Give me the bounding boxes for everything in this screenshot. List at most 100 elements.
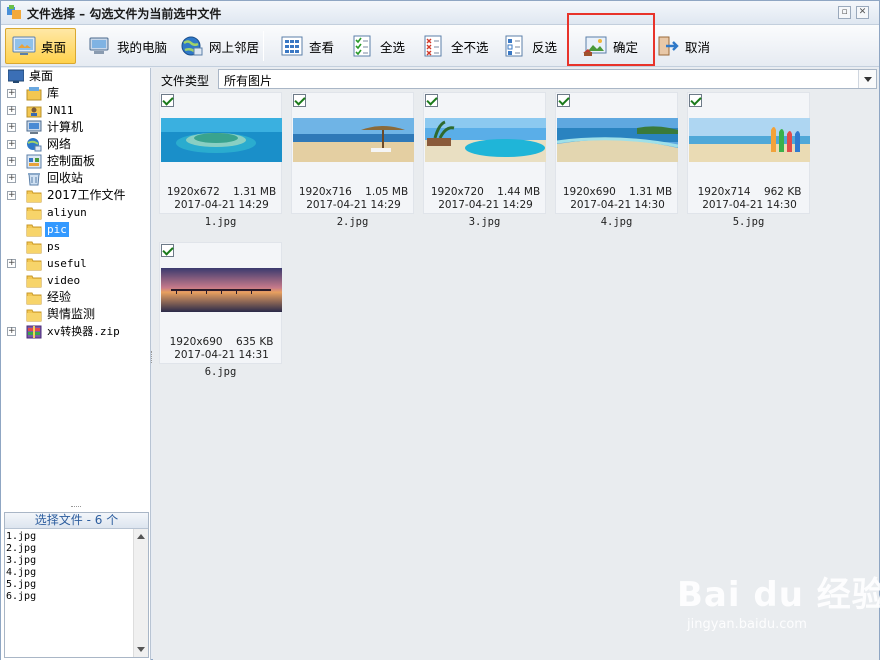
- file-dimensions: 1920x716: [298, 186, 352, 198]
- file-meta: 1920x690 635 KB 2017-04-21 14:31: [160, 336, 283, 362]
- tree-item-label: 舆情监测: [47, 307, 96, 321]
- tree-item-label: 回收站: [47, 171, 84, 185]
- folder-icon: [26, 241, 42, 254]
- my-computer-button[interactable]: 我的电脑: [81, 28, 174, 64]
- expand-plus-icon[interactable]: +: [7, 327, 16, 336]
- computer-icon: [26, 120, 42, 134]
- expand-plus-icon[interactable]: +: [7, 106, 16, 115]
- tree-item[interactable]: + useful: [1, 255, 151, 272]
- file-dimensions: 1920x672: [166, 186, 220, 198]
- expand-plus-icon[interactable]: +: [7, 140, 16, 149]
- tree-item[interactable]: 经验: [1, 289, 151, 306]
- folder-icon: [26, 292, 42, 305]
- file-meta: 1920x716 1.05 MB 2017-04-21 14:29: [292, 186, 415, 212]
- selected-file-item[interactable]: 2.jpg: [6, 543, 132, 555]
- file-checkbox[interactable]: [293, 94, 306, 107]
- tree-item[interactable]: pic: [1, 221, 151, 238]
- tree-item-label: ps: [47, 240, 61, 253]
- selected-files-header: 选择文件 - 6 个: [5, 513, 148, 529]
- invert-list-icon: [505, 35, 523, 57]
- chevron-down-icon[interactable]: [858, 70, 876, 88]
- select-all-button[interactable]: 全选: [344, 28, 412, 64]
- file-meta: 1920x720 1.44 MB 2017-04-21 14:29: [424, 186, 547, 212]
- tree-item[interactable]: + 库: [1, 85, 151, 102]
- tree-item[interactable]: + 回收站: [1, 170, 151, 187]
- thumbnail-card[interactable]: 1920x714 962 KB 2017-04-21 14:30: [687, 92, 810, 214]
- cancel-label: 取消: [685, 39, 711, 55]
- thumbnail-card[interactable]: 1920x690 635 KB 2017-04-21 14:31: [159, 242, 282, 364]
- pane-split-handle[interactable]: [71, 506, 81, 510]
- file-size: 1.31 MB: [629, 186, 673, 198]
- network-button[interactable]: 网上邻居: [173, 28, 266, 64]
- scroll-down-arrow-icon[interactable]: [137, 647, 145, 652]
- tree-item-label: 库: [47, 86, 60, 100]
- file-meta: 1920x714 962 KB 2017-04-21 14:30: [688, 186, 811, 212]
- thumbnail-card[interactable]: 1920x672 1.31 MB 2017-04-21 14:29: [159, 92, 282, 214]
- file-checkbox[interactable]: [161, 94, 174, 107]
- confirm-label: 确定: [613, 39, 639, 55]
- tree-item-label: useful: [47, 257, 87, 270]
- selected-file-item[interactable]: 6.jpg: [6, 591, 132, 603]
- selected-file-item[interactable]: 5.jpg: [6, 579, 132, 591]
- confirm-button[interactable]: 确定: [575, 28, 645, 64]
- tree-item[interactable]: + 控制面板: [1, 153, 151, 170]
- selected-file-item[interactable]: 1.jpg: [6, 531, 132, 543]
- select-none-button[interactable]: 全不选: [415, 28, 496, 64]
- tree-item-desktop[interactable]: 桌面: [1, 68, 151, 85]
- expand-plus-icon[interactable]: +: [7, 259, 16, 268]
- tree-item[interactable]: + 网络: [1, 136, 151, 153]
- thumbnail-card[interactable]: 1920x716 1.05 MB 2017-04-21 14:29: [291, 92, 414, 214]
- file-size: 962 KB: [763, 186, 802, 198]
- expand-plus-icon[interactable]: +: [7, 157, 16, 166]
- close-button[interactable]: ✕: [856, 6, 869, 19]
- selected-file-item[interactable]: 3.jpg: [6, 555, 132, 567]
- invert-label: 反选: [532, 39, 558, 55]
- file-date: 2017-04-21 14:29: [174, 199, 269, 211]
- tree-item[interactable]: video: [1, 272, 151, 289]
- file-meta: 1920x690 1.31 MB 2017-04-21 14:30: [556, 186, 679, 212]
- thumbnail-card[interactable]: 1920x690 1.31 MB 2017-04-21 14:30: [555, 92, 678, 214]
- file-checkbox[interactable]: [557, 94, 570, 107]
- expand-plus-icon[interactable]: +: [7, 191, 16, 200]
- tree-item[interactable]: ps: [1, 238, 151, 255]
- selected-file-item[interactable]: 4.jpg: [6, 567, 132, 579]
- title-bar: 文件选择 – 勾选文件为当前选中文件 ▫ ✕: [1, 1, 879, 25]
- view-button[interactable]: 查看: [273, 28, 341, 64]
- tree-item[interactable]: + 计算机: [1, 119, 151, 136]
- selected-files-scrollbar[interactable]: [133, 529, 148, 657]
- tree-item[interactable]: + JN11: [1, 102, 151, 119]
- my-computer-label: 我的电脑: [117, 39, 168, 55]
- globe-icon: [181, 36, 203, 56]
- cancel-button[interactable]: 取消: [649, 28, 717, 64]
- window-title: 文件选择 – 勾选文件为当前选中文件: [27, 7, 222, 21]
- thumbnail-card[interactable]: 1920x720 1.44 MB 2017-04-21 14:29: [423, 92, 546, 214]
- exit-icon: [658, 36, 679, 56]
- file-date: 2017-04-21 14:29: [438, 199, 533, 211]
- image-preview: [161, 268, 282, 312]
- file-type-dropdown[interactable]: 所有图片: [218, 69, 877, 89]
- tree-item-label: 桌面: [29, 69, 54, 83]
- desktop-button-label: 桌面: [41, 39, 67, 55]
- expand-plus-icon[interactable]: +: [7, 174, 16, 183]
- tree-item[interactable]: aliyun: [1, 204, 151, 221]
- expand-plus-icon[interactable]: +: [7, 89, 16, 98]
- file-date: 2017-04-21 14:31: [174, 349, 269, 361]
- desktop-button[interactable]: 桌面: [5, 28, 76, 64]
- tree-item[interactable]: +2017工作文件: [1, 187, 151, 204]
- select-none-label: 全不选: [451, 39, 489, 55]
- scroll-up-arrow-icon[interactable]: [137, 534, 145, 539]
- file-date: 2017-04-21 14:30: [570, 199, 665, 211]
- file-checkbox[interactable]: [425, 94, 438, 107]
- folder-icon: [26, 309, 42, 322]
- tree-item[interactable]: + xv转换器.zip: [1, 323, 151, 340]
- folder-icon: [26, 275, 42, 288]
- file-checkbox[interactable]: [689, 94, 702, 107]
- file-checkbox[interactable]: [161, 244, 174, 257]
- invert-selection-button[interactable]: 反选: [496, 28, 564, 64]
- tree-item[interactable]: 舆情监测: [1, 306, 151, 323]
- expand-plus-icon[interactable]: +: [7, 123, 16, 132]
- tree-item-label: 经验: [47, 290, 72, 304]
- tree-item-label: 控制面板: [47, 154, 96, 168]
- folder-icon: [26, 190, 42, 203]
- restore-button[interactable]: ▫: [838, 6, 851, 19]
